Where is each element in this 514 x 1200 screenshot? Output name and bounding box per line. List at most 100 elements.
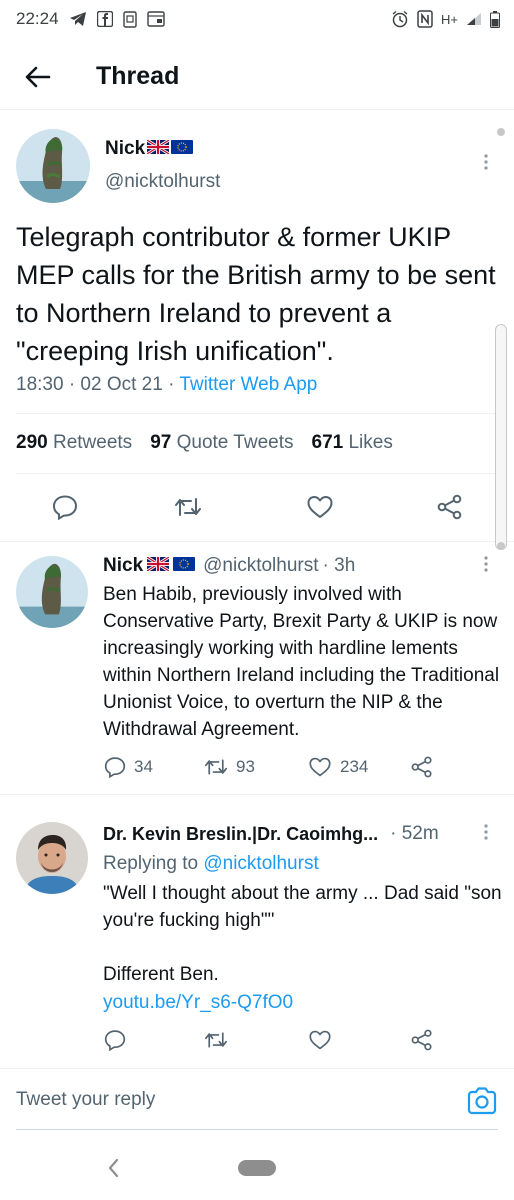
avatar[interactable]: [16, 129, 90, 203]
compose-bar: Tweet your reply: [0, 1068, 514, 1130]
reply-text: "Well I thought about the army ... Dad s…: [103, 883, 502, 931]
uk-flag-icon: [146, 555, 170, 577]
reply-button[interactable]: 34: [104, 756, 153, 778]
camera-button[interactable]: [466, 1085, 498, 1117]
status-time: 22:24: [16, 9, 59, 28]
replying-to-handle[interactable]: @nicktolhurst: [203, 853, 318, 874]
reply-age: · 52m: [390, 823, 439, 844]
tweet-source-link[interactable]: Twitter Web App: [179, 374, 317, 395]
share-button[interactable]: [410, 1029, 434, 1051]
eu-flag-icon: [171, 139, 194, 159]
reply-tweet[interactable]: Nick @nicktolhurst · 3h Ben Habib, previ…: [0, 544, 514, 795]
retweet-icon: [205, 1032, 227, 1048]
reply-tweet[interactable]: Dr. Kevin Breslin.|Dr. Caoimhg... · 52m …: [0, 796, 514, 1066]
nfc-icon: [417, 10, 433, 28]
tweet-actions: [0, 482, 514, 534]
tweet-text: Telegraph contributor & former UKIP MEP …: [16, 222, 496, 366]
eu-flag-icon: [173, 555, 196, 577]
system-nav-bar: [0, 1136, 514, 1200]
share-button[interactable]: [410, 756, 434, 778]
back-button[interactable]: [0, 44, 76, 110]
uk-flag-icon: [146, 138, 170, 159]
network-type: H+: [441, 11, 458, 27]
likes-count: 671: [311, 432, 344, 453]
heart-icon: [309, 757, 331, 777]
signal-icon: [466, 12, 482, 26]
input-underline: [16, 1129, 498, 1130]
divider: [0, 794, 514, 795]
tweet-timestamp: 18:30 · 02 Oct 21 ·: [16, 374, 180, 395]
reply-author-row: Nick @nicktolhurst · 3h: [103, 555, 355, 577]
reply-age: · 3h: [322, 555, 356, 576]
youtube-link[interactable]: youtu.be/Yr_s6-Q7fO0: [103, 992, 293, 1013]
scrollbar[interactable]: [495, 324, 507, 550]
retweet-icon: [205, 759, 227, 775]
more-options-button[interactable]: [474, 150, 498, 174]
battery-icon: [490, 10, 500, 28]
copy-icon: [122, 10, 137, 28]
app-bar: Thread: [0, 44, 514, 110]
reply-count: 34: [134, 757, 153, 776]
share-button[interactable]: [436, 494, 464, 520]
retweet-button[interactable]: 93: [204, 756, 255, 778]
author-name[interactable]: Nick: [105, 138, 145, 160]
author-handle[interactable]: @nicktolhurst: [203, 555, 318, 577]
quote-tweets-stat[interactable]: 97 Quote Tweets: [150, 432, 293, 454]
divider: [16, 473, 501, 474]
likes-label: Likes: [348, 432, 393, 453]
author-name[interactable]: Dr. Kevin Breslin.|Dr. Caoimhg...: [103, 824, 378, 845]
avatar[interactable]: [16, 822, 88, 894]
more-options-button[interactable]: [474, 552, 498, 576]
tweet-stats: 290 Retweets 97 Quote Tweets 671 Likes: [16, 432, 393, 454]
like-button[interactable]: [308, 1029, 332, 1051]
retweet-icon: [175, 498, 201, 516]
divider: [16, 413, 501, 414]
alarm-icon: [391, 10, 409, 28]
chevron-left-icon: [108, 1158, 119, 1178]
system-home-pill[interactable]: [238, 1160, 276, 1176]
main-tweet: Nick @nicktolhurst Telegraph contributor…: [0, 112, 514, 542]
heart-icon: [307, 496, 333, 518]
gallery-icon: [146, 11, 165, 27]
arrow-left-icon: [25, 66, 51, 87]
reply-author-row: Dr. Kevin Breslin.|Dr. Caoimhg... · 52m: [103, 823, 439, 845]
retweet-button[interactable]: [174, 494, 202, 520]
share-icon: [411, 1029, 432, 1051]
heart-icon: [309, 1030, 331, 1050]
system-back-button[interactable]: [100, 1154, 128, 1182]
retweets-label: Retweets: [52, 432, 133, 453]
quote-tweets-count: 97: [150, 432, 172, 453]
replying-to-label: Replying to: [103, 853, 204, 874]
status-bar: 22:24 H+: [0, 0, 514, 38]
author-name[interactable]: Nick: [103, 555, 143, 577]
like-button[interactable]: 234: [308, 756, 368, 778]
like-count: 234: [340, 757, 369, 776]
author-handle[interactable]: @nicktolhurst: [105, 171, 220, 193]
more-vertical-icon: [484, 824, 488, 840]
reply-icon: [52, 495, 78, 520]
scroll-indicator: [497, 128, 505, 136]
camera-icon: [467, 1087, 497, 1115]
more-vertical-icon: [484, 154, 488, 170]
more-options-button[interactable]: [474, 820, 498, 844]
retweets-stat[interactable]: 290 Retweets: [16, 432, 132, 454]
reply-icon: [104, 1030, 126, 1051]
tweet-meta: 18:30 · 02 Oct 21 · Twitter Web App: [16, 374, 317, 396]
like-button[interactable]: [306, 494, 334, 520]
page-title: Thread: [96, 62, 180, 90]
reply-input[interactable]: Tweet your reply: [16, 1089, 155, 1111]
reply-link: youtu.be/Yr_s6-Q7fO0: [103, 989, 503, 1016]
likes-stat[interactable]: 671 Likes: [312, 432, 393, 454]
share-icon: [437, 494, 462, 520]
retweets-count: 290: [16, 432, 48, 453]
reply-text: Ben Habib, previously involved with Cons…: [103, 584, 500, 740]
avatar[interactable]: [16, 556, 88, 628]
facebook-icon: [96, 11, 113, 27]
reply-button[interactable]: [104, 1029, 126, 1051]
retweet-count: 93: [236, 757, 255, 776]
telegram-icon: [69, 11, 87, 27]
reply-icon: [104, 757, 126, 778]
quote-tweets-label: Quote Tweets: [176, 432, 294, 453]
reply-button[interactable]: [52, 494, 78, 520]
retweet-button[interactable]: [204, 1029, 228, 1051]
